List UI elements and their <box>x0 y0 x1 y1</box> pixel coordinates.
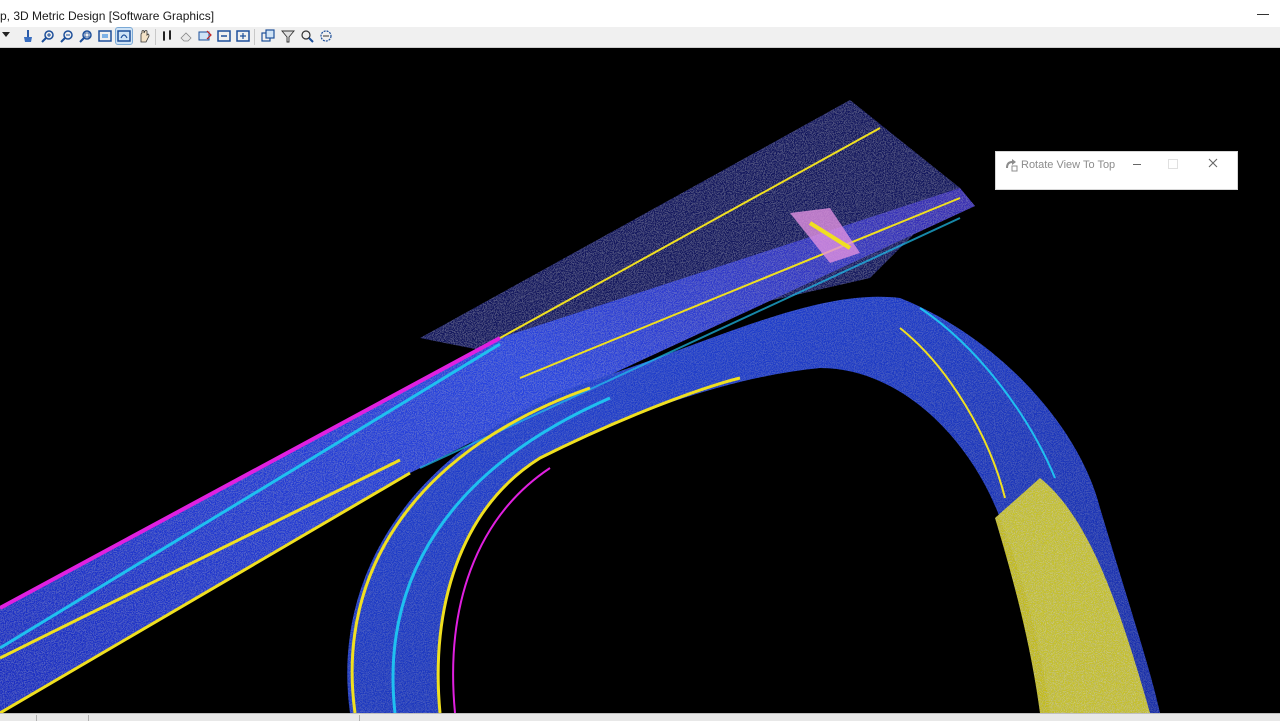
view-display-icon[interactable] <box>260 28 276 44</box>
copy-view-icon[interactable] <box>216 28 232 44</box>
view-control-toolbar <box>0 27 1280 48</box>
dialog-minimize-button[interactable] <box>1130 155 1144 171</box>
pan-view-icon[interactable] <box>136 28 152 44</box>
dialog-close-icon[interactable] <box>1206 156 1220 170</box>
window-area-icon[interactable] <box>78 28 94 44</box>
zoom-out-icon[interactable] <box>59 28 75 44</box>
view-attributes-icon[interactable] <box>299 28 315 44</box>
toolbar-separator <box>254 29 255 45</box>
window-title: p, 3D Metric Design [Software Graphics] <box>0 9 215 23</box>
rotate-view-dialog-icon <box>1006 159 1018 172</box>
toolbar-separator <box>155 29 156 45</box>
rotate-view-dialog-title: Rotate View To Top <box>1021 159 1116 171</box>
view-window-canvas[interactable] <box>0 48 1280 713</box>
view-previous-icon[interactable] <box>178 28 194 44</box>
status-segment <box>40 715 89 721</box>
title-bar: p, 3D Metric Design [Software Graphics] <box>0 0 1280 28</box>
dialog-maximize-button[interactable] <box>1168 159 1178 169</box>
fit-view-icon[interactable] <box>97 28 113 44</box>
status-segment <box>94 715 360 721</box>
point-cloud-scene <box>0 100 1160 713</box>
status-segment <box>0 715 37 721</box>
rotate-view-icon[interactable] <box>115 27 133 45</box>
walk-icon[interactable] <box>159 28 175 44</box>
clear-view-icon[interactable] <box>20 28 36 44</box>
zoom-in-icon[interactable] <box>40 28 56 44</box>
view-next-icon[interactable] <box>197 28 213 44</box>
paste-view-icon[interactable] <box>235 28 251 44</box>
rotate-view-dialog: Rotate View To Top <box>995 151 1238 190</box>
view-dropdown-arrow[interactable] <box>2 32 10 37</box>
window-minimize-button[interactable] <box>1252 6 1274 22</box>
clip-volume-icon[interactable] <box>318 28 334 44</box>
view-filter-icon[interactable] <box>280 28 296 44</box>
